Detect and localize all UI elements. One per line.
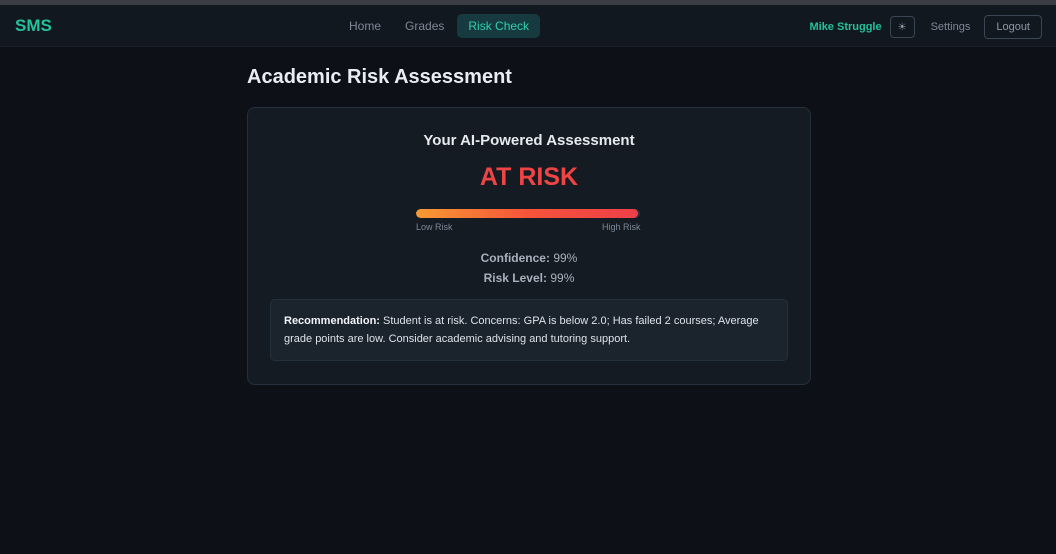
risk-level-value: 99% bbox=[550, 271, 575, 285]
assessment-heading: Your AI-Powered Assessment bbox=[423, 132, 635, 149]
brand-logo[interactable]: SMS bbox=[15, 16, 52, 36]
confidence-label: Confidence: bbox=[480, 251, 550, 265]
risk-status: AT RISK bbox=[479, 163, 579, 191]
confidence-value: 99% bbox=[553, 251, 578, 265]
logout-button[interactable]: Logout bbox=[984, 15, 1042, 39]
recommendation-label: Recommendation: bbox=[284, 315, 380, 327]
nav-link-grades[interactable]: Grades bbox=[394, 14, 455, 38]
settings-link[interactable]: Settings bbox=[921, 21, 981, 33]
nav-right: Mike Struggle ☀ Settings Logout bbox=[809, 15, 1042, 39]
recommendation-box: Recommendation: Student is at risk. Conc… bbox=[270, 299, 788, 361]
risk-meter bbox=[416, 209, 640, 218]
theme-toggle-button[interactable]: ☀ bbox=[889, 16, 915, 38]
confidence-stat: Confidence: 99% bbox=[248, 251, 810, 265]
nav-links: Home Grades Risk Check bbox=[338, 14, 542, 38]
high-risk-label: High Risk bbox=[602, 222, 641, 232]
risk-level-stat: Risk Level: 99% bbox=[248, 271, 810, 285]
user-name: Mike Struggle bbox=[809, 21, 882, 33]
sun-icon: ☀ bbox=[897, 21, 907, 33]
page-title: Academic Risk Assessment bbox=[247, 66, 512, 88]
low-risk-label: Low Risk bbox=[416, 222, 453, 232]
risk-meter-fill bbox=[416, 209, 638, 218]
nav-link-home[interactable]: Home bbox=[338, 14, 392, 38]
risk-level-label: Risk Level: bbox=[483, 271, 547, 285]
navbar: SMS Home Grades Risk Check Mike Struggle… bbox=[0, 5, 1056, 47]
assessment-card: Your AI-Powered Assessment AT RISK Low R… bbox=[247, 107, 811, 385]
nav-link-risk-check[interactable]: Risk Check bbox=[457, 14, 541, 38]
